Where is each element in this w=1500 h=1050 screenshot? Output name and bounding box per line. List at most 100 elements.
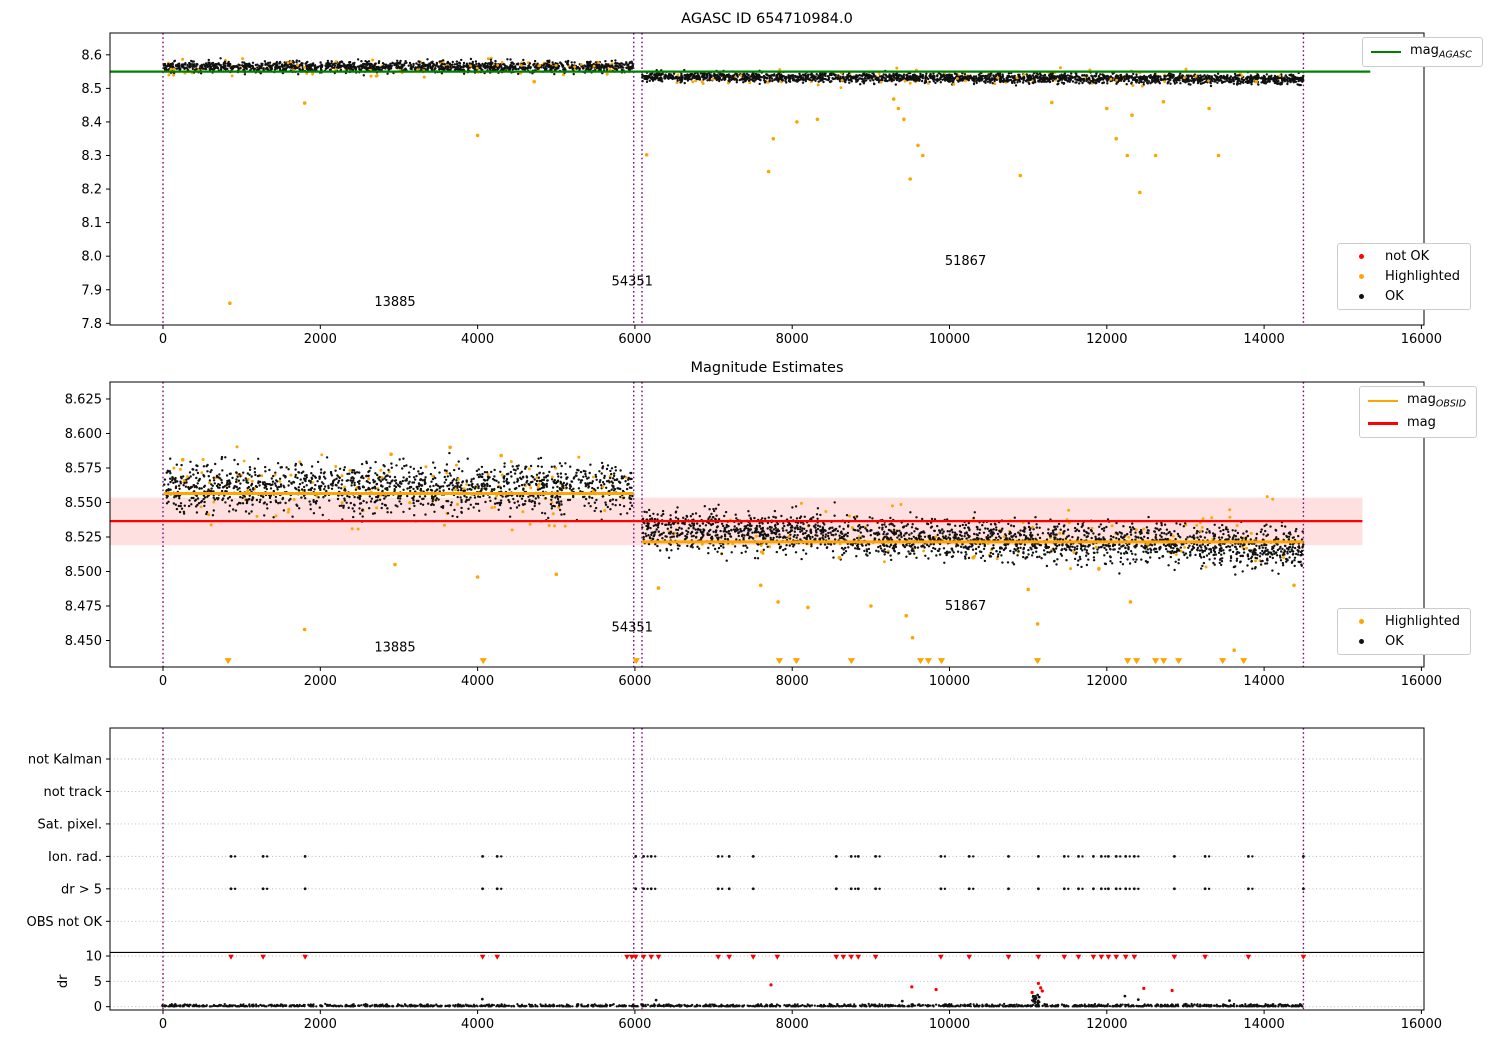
x-tick-label: 0 [159,332,167,347]
obsid-annotation: 54351 [612,275,653,290]
y-tick-label: 8.0 [81,250,102,265]
flag-row-label: Sat. pixel. [38,817,102,832]
dot-swatch [1346,254,1376,259]
y-tick-label: 8.5 [81,82,102,97]
dr-tick-label: 0 [94,1000,102,1015]
legend-label: magOBSID [1407,392,1467,410]
flag-row-label: not Kalman [28,753,102,768]
x-tick-label: 4000 [461,1017,494,1032]
dr-clipped-markers [228,954,1307,960]
x-tick-label: 2000 [304,332,337,347]
flag-row-label: not track [43,785,102,800]
y-tick-label: 7.8 [81,317,102,332]
legend-item: magOBSID [1368,392,1466,410]
legend-mid-lines: magOBSID mag [1359,386,1478,439]
x-tick-label: 6000 [618,674,651,689]
y-tick-label: 8.4 [81,115,102,130]
flag-row-label: dr > 5 [61,882,102,897]
x-tick-label: 10000 [929,332,970,347]
dot-swatch [1346,274,1376,279]
legend-label: Highlighted [1385,614,1460,629]
line-swatch [1368,422,1398,425]
x-tick-label: 8000 [776,1017,809,1032]
agasc-mag-chart: 13885 54351 51867 0 2000 4000 6000 8000 10000 120… [81,32,1442,347]
legend-item: OK [1346,289,1460,304]
obsid-annotation: 13885 [374,641,415,656]
outlier-points [228,79,1258,306]
dot-swatch [1346,619,1376,624]
obsid-annotation: 54351 [612,621,653,636]
flag-row-label: Ion. rad. [48,850,102,865]
legend-label: not OK [1385,249,1430,264]
y-tick-label: 8.1 [81,216,102,231]
legend-mag-agasc: magAGASC [1362,37,1483,67]
dot-swatch [1346,294,1376,299]
dr-noise-band [161,994,1304,1008]
legend-item: mag [1368,415,1466,433]
y-tick-label: 8.475 [65,599,102,614]
x-tick-label: 2000 [304,1017,337,1032]
y-tick-label: 8.600 [65,427,102,442]
dr-tick-label: 10 [85,950,102,965]
line-swatch [1371,50,1401,54]
obsid-annotation: 51867 [945,599,986,614]
x-tick-label: 6000 [618,1017,651,1032]
legend-label: OK [1385,289,1404,304]
x-tick-label: 6000 [618,332,651,347]
mag-estimates-chart: 13885 54351 51867 0 2000 4000 6000 8000 10000 120… [65,381,1442,689]
x-tick-label: 12000 [1086,1017,1127,1032]
y-tick-label: 8.2 [81,183,102,198]
quality-flags-chart: 0 2000 4000 6000 8000 10000 12000 14000 16000 not… [27,727,1442,1032]
y-tick-label: 8.550 [65,496,102,511]
x-tick-label: 12000 [1086,674,1127,689]
x-tick-label: 2000 [304,674,337,689]
legend-item: Highlighted [1346,269,1460,284]
x-tick-label: 14000 [1243,332,1284,347]
x-tick-label: 16000 [1401,674,1442,689]
plots-canvas: 1388554351518670 2000 4000 6000 8000 10000 120… [27,32,1442,1032]
dot-swatch [1346,639,1376,644]
x-tick-label: 8000 [776,674,809,689]
x-tick-label: 14000 [1243,674,1284,689]
obsid-annotation: 13885 [374,295,415,310]
y-tick-label: 8.500 [65,565,102,580]
top-chart-title: AGASC ID 654710984.0 [681,11,853,27]
legend-item: not OK [1346,249,1460,264]
legend-top-markers: not OK Highlighted OK [1337,243,1471,310]
legend-label: mag [1407,414,1436,430]
x-tick-label: 14000 [1243,1017,1284,1032]
legend-label: Highlighted [1385,269,1460,284]
dr-outlier-points [480,993,1231,1003]
x-tick-label: 0 [159,674,167,689]
y-tick-label: 8.450 [65,634,102,649]
y-tick-label: 8.575 [65,461,102,476]
figure: 13885 54351 51867 0 2000 4000 6000 8000 10000 120… [0,0,1500,1050]
x-tick-label: 12000 [1086,332,1127,347]
x-tick-label: 10000 [929,674,970,689]
x-tick-label: 4000 [461,674,494,689]
y-tick-label: 8.625 [65,392,102,407]
obsid-annotation: 51867 [945,254,986,269]
flag-row-label: OBS not OK [27,915,103,930]
dr-not-ok-points [769,981,1174,995]
y-tick-label: 8.525 [65,530,102,545]
dr-tick-label: 5 [94,975,102,990]
legend-label: magAGASC [1410,43,1472,61]
axes-frame [109,727,1425,1011]
x-tick-label: 4000 [461,332,494,347]
legend-item: magAGASC [1371,43,1472,61]
legend-item: Highlighted [1346,614,1460,629]
line-swatch [1368,399,1398,403]
y-tick-label: 7.9 [81,283,102,298]
x-tick-label: 16000 [1401,332,1442,347]
x-tick-label: 0 [159,1017,167,1032]
x-tick-label: 8000 [776,332,809,347]
x-tick-label: 16000 [1401,1017,1442,1032]
legend-label: OK [1385,634,1404,649]
middle-chart-title: Magnitude Estimates [690,360,844,376]
y-tick-label: 8.3 [81,149,102,164]
clipped-low-markers [224,658,1248,665]
legend-mid-markers: Highlighted OK [1337,608,1471,655]
y-tick-label: 8.6 [81,48,102,63]
x-tick-label: 10000 [929,1017,970,1032]
